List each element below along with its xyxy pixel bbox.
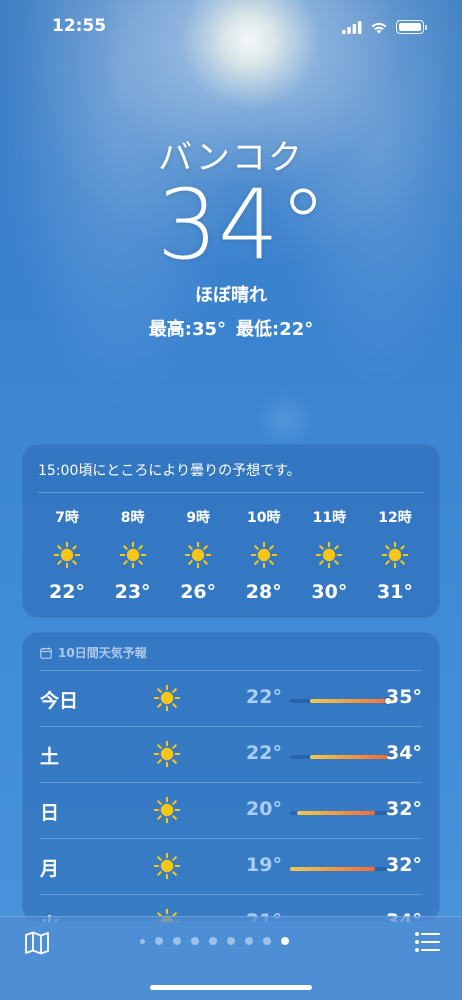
battery-icon (396, 20, 427, 34)
page-dot-active[interactable] (281, 937, 289, 945)
hour-label: 9時 (186, 510, 211, 526)
hour-label: 10時 (247, 510, 281, 526)
map-button[interactable] (24, 931, 50, 959)
day-low-temp: 22° (246, 742, 282, 764)
hourly-item: 11時 30° (300, 507, 358, 603)
sun-icon (169, 535, 227, 575)
current-temperature: 34° (156, 169, 328, 281)
temperature-range-bar (290, 811, 394, 815)
day-high-temp: 35° (386, 686, 422, 708)
temperature-range-bar (290, 867, 394, 871)
day-name: 日 (40, 802, 60, 824)
sun-icon (300, 535, 358, 575)
temperature-range-fill (290, 867, 375, 871)
hourly-item: 9時 26° (169, 507, 227, 603)
hourly-forecast-card[interactable]: 15:00頃にところにより曇りの予想です。 7時 22° 8時 23° 9時 2… (22, 444, 440, 618)
page-dot[interactable] (140, 938, 145, 944)
daily-row[interactable]: 今日 22° 35° (40, 671, 422, 727)
hour-temp: 31° (376, 581, 413, 603)
page-dot[interactable] (191, 937, 199, 945)
page-dot[interactable] (227, 937, 235, 945)
sun-icon (153, 740, 181, 771)
sun-icon (153, 796, 181, 827)
high-low: 最高:35° 最低:22° (0, 315, 462, 341)
temperature-range-fill (296, 811, 375, 815)
temperature-range-fill (309, 699, 394, 703)
bottom-toolbar (0, 916, 462, 1000)
hourly-item: 10時 28° (235, 507, 293, 603)
day-low-temp: 20° (246, 798, 282, 820)
hour-label: 12時 (378, 510, 412, 526)
daily-header: 10日間天気予報 (22, 632, 440, 661)
page-dot[interactable] (209, 937, 217, 945)
hour-temp: 28° (245, 581, 282, 603)
daily-list[interactable]: 今日 22° 35° 土 22° 34° 日 20° 32° 月 19° 32° (22, 671, 440, 922)
low-temp: 最低:22° (236, 319, 314, 340)
wifi-icon (371, 22, 387, 33)
day-name: 今日 (40, 690, 79, 712)
sun-icon (153, 852, 181, 883)
status-time: 12:55 (52, 16, 107, 36)
hourly-item: 8時 23° (104, 507, 162, 603)
hour-label: 11時 (312, 510, 347, 526)
temperature-range-bar (290, 755, 394, 759)
status-icons (342, 20, 427, 34)
page-dot[interactable] (155, 937, 163, 945)
sun-icon (104, 535, 162, 575)
temperature-range-bar (290, 698, 394, 704)
daily-forecast-card[interactable]: 10日間天気予報 今日 22° 35° 土 22° 34° 日 20° 32° … (22, 632, 440, 922)
hour-temp: 22° (49, 581, 85, 603)
hour-temp: 23° (114, 581, 151, 603)
hour-label: 7時 (55, 510, 79, 526)
current-weather: バンコク 34° ほぼ晴れ 最高:35° 最低:22° (0, 130, 462, 341)
cellular-signal-icon (342, 20, 362, 34)
hourly-summary: 15:00頃にところにより曇りの予想です。 (38, 463, 301, 479)
sun-icon (235, 535, 293, 575)
daily-row[interactable]: 土 22° 34° (40, 727, 422, 783)
sun-icon (153, 684, 181, 715)
high-temp: 最高:35° (148, 319, 226, 340)
hourly-list[interactable]: 7時 22° 8時 23° 9時 26° 10時 28° 11時 30° 12時… (22, 493, 440, 603)
day-name: 土 (40, 746, 60, 768)
page-dot[interactable] (245, 937, 253, 945)
day-low-temp: 19° (246, 854, 282, 876)
day-high-temp: 34° (386, 742, 422, 764)
map-icon (25, 931, 49, 955)
hourly-item: 7時 22° (38, 507, 96, 603)
daily-row[interactable]: 日 20° 32° (40, 783, 422, 839)
temperature-range-fill (309, 755, 388, 759)
hour-label: 8時 (120, 510, 145, 526)
daily-row[interactable]: 月 19° 32° (40, 839, 422, 895)
page-dot[interactable] (173, 937, 181, 945)
daily-header-label: 10日間天気予報 (58, 646, 147, 660)
day-high-temp: 32° (386, 854, 422, 876)
day-name: 月 (40, 858, 60, 880)
hour-temp: 30° (311, 581, 348, 603)
status-bar: 12:55 (0, 0, 462, 54)
sun-icon (366, 535, 424, 575)
sun-icon (38, 535, 96, 575)
hourly-item: 12時 31° (366, 507, 424, 603)
page-indicator[interactable] (140, 937, 289, 945)
condition-text: ほぼ晴れ (195, 285, 267, 306)
day-high-temp: 32° (386, 798, 422, 820)
page-dot[interactable] (263, 937, 271, 945)
day-low-temp: 22° (246, 686, 282, 708)
calendar-icon (40, 647, 52, 659)
list-icon (415, 932, 440, 952)
hour-temp: 26° (180, 581, 217, 603)
location-list-button[interactable] (414, 931, 440, 957)
home-indicator[interactable] (150, 985, 312, 990)
